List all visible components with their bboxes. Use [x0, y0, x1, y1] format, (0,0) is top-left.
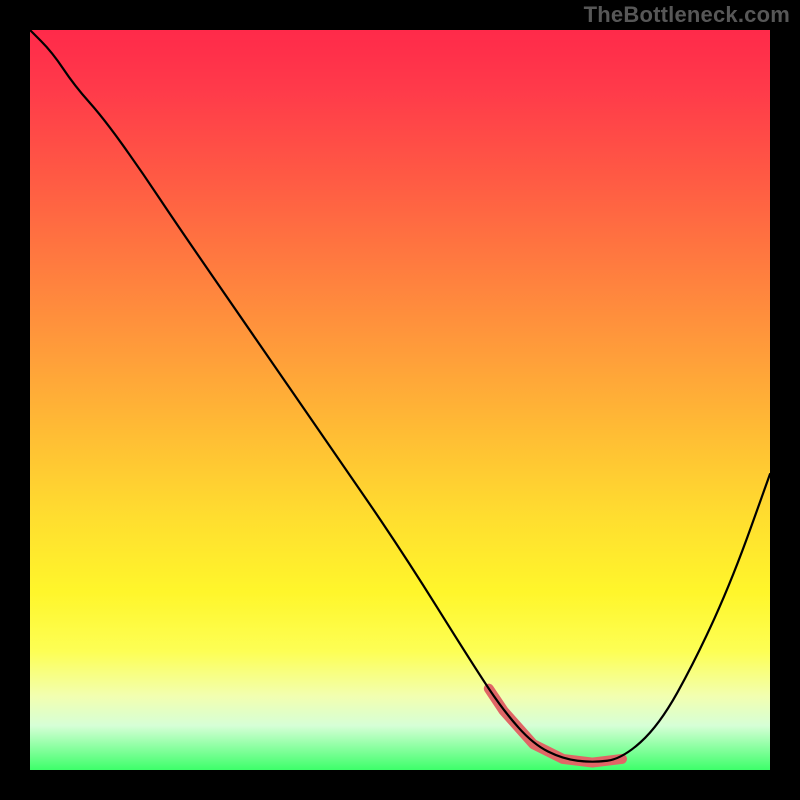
plot-area	[30, 30, 770, 770]
chart-container: TheBottleneck.com	[0, 0, 800, 800]
highlight-segment	[489, 689, 622, 763]
bottleneck-curve	[30, 30, 770, 762]
watermark-text: TheBottleneck.com	[584, 2, 790, 28]
curve-svg	[30, 30, 770, 770]
